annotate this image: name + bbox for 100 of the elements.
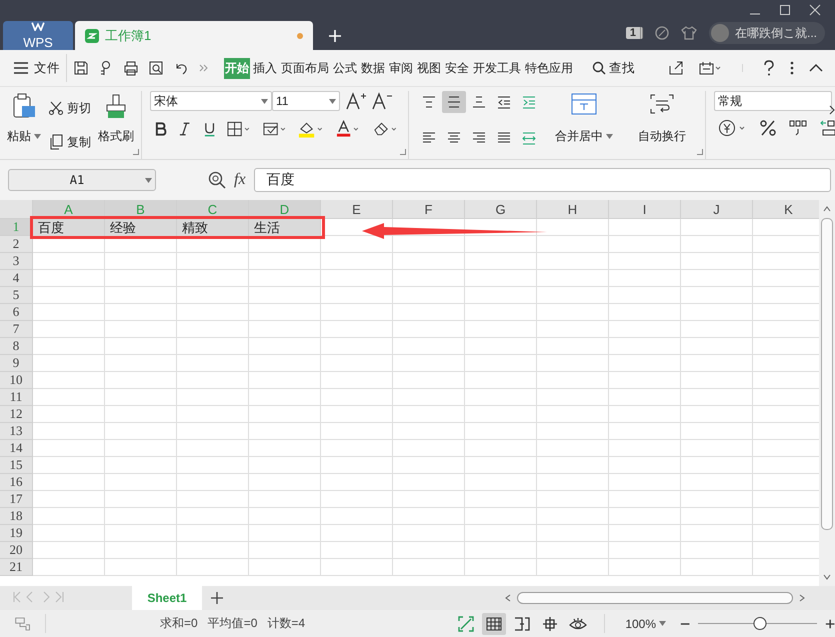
format-painter-button[interactable]: 格式刷 bbox=[95, 91, 137, 147]
window-count-badge[interactable]: 1 bbox=[626, 27, 643, 39]
row-header[interactable]: 20 bbox=[0, 542, 33, 559]
ribbon-tab[interactable]: 特色应用 bbox=[524, 58, 574, 78]
column-header[interactable]: K bbox=[753, 200, 819, 219]
ribbon-tab[interactable]: 页面布局 bbox=[280, 58, 330, 78]
wrap-text-button[interactable]: 自动换行 bbox=[627, 91, 697, 147]
dialog-launcher-icon[interactable] bbox=[133, 149, 139, 155]
column-header[interactable]: E bbox=[321, 200, 393, 219]
cell-format-icon[interactable] bbox=[262, 121, 288, 137]
print-preview-icon[interactable] bbox=[148, 60, 164, 76]
add-sheet-icon[interactable] bbox=[210, 591, 224, 605]
scroll-right-icon[interactable] bbox=[829, 105, 835, 115]
bottom-align-icon bbox=[471, 95, 487, 109]
ribbon-tab[interactable]: 插入 bbox=[252, 58, 278, 78]
column-header[interactable]: I bbox=[609, 200, 681, 219]
alignment-button[interactable] bbox=[442, 91, 466, 113]
row-header[interactable]: 16 bbox=[0, 474, 33, 491]
row-header[interactable]: 13 bbox=[0, 423, 33, 440]
save-icon[interactable] bbox=[73, 60, 89, 76]
row-header[interactable]: 12 bbox=[0, 406, 33, 423]
cut-button[interactable]: 剪切 bbox=[48, 100, 91, 116]
file-menu-button[interactable]: 文件 bbox=[14, 60, 60, 76]
row-header[interactable]: 11 bbox=[0, 389, 33, 406]
row-header[interactable]: 9 bbox=[0, 355, 33, 372]
caret-icon bbox=[261, 98, 268, 104]
font-name-dropdown[interactable]: 宋体 bbox=[150, 91, 272, 111]
ribbon-tab[interactable]: 开发工具 bbox=[472, 58, 522, 78]
row-header[interactable]: 10 bbox=[0, 372, 33, 389]
row-header[interactable]: 18 bbox=[0, 508, 33, 525]
close-icon[interactable] bbox=[809, 4, 821, 16]
outdent-align-icon bbox=[496, 95, 512, 109]
horizontal-scrollbar[interactable] bbox=[505, 592, 805, 604]
formula-input[interactable]: 百度 bbox=[254, 168, 831, 192]
column-header[interactable]: J bbox=[681, 200, 753, 219]
find-button[interactable]: 查找 bbox=[592, 60, 635, 76]
ribbon-tab[interactable]: 审阅 bbox=[388, 58, 414, 78]
zoom-formula-icon[interactable] bbox=[208, 171, 226, 189]
collapse-ribbon-icon[interactable] bbox=[809, 63, 823, 73]
row-header[interactable]: 15 bbox=[0, 457, 33, 474]
row-header[interactable]: 5 bbox=[0, 287, 33, 304]
row-header[interactable]: 17 bbox=[0, 491, 33, 508]
column-header[interactable]: H bbox=[537, 200, 609, 219]
row-header[interactable]: 4 bbox=[0, 270, 33, 287]
vertical-scrollbar[interactable] bbox=[819, 200, 835, 586]
paste-button[interactable]: 粘贴 bbox=[4, 91, 44, 147]
row-header[interactable]: 21 bbox=[0, 559, 33, 576]
number-format-dropdown[interactable]: 常规 bbox=[714, 91, 832, 111]
column-header[interactable]: G bbox=[465, 200, 537, 219]
merge-cells-icon bbox=[571, 93, 597, 115]
zoom-dropdown[interactable]: 100% bbox=[625, 616, 666, 630]
dialog-launcher-icon[interactable] bbox=[697, 149, 703, 155]
ribbon-tab[interactable]: 视图 bbox=[416, 58, 442, 78]
bold-icon[interactable] bbox=[154, 121, 168, 137]
view-mode-button[interactable] bbox=[482, 612, 506, 634]
fill-color-icon[interactable] bbox=[298, 120, 325, 138]
ribbon-tab[interactable]: 公式 bbox=[332, 58, 358, 78]
copy-button[interactable]: 复制 bbox=[48, 134, 91, 150]
more-icon[interactable] bbox=[198, 62, 210, 74]
thousands-separator-icon[interactable] bbox=[788, 119, 808, 137]
dialog-launcher-icon[interactable] bbox=[400, 149, 406, 155]
scroll-down-icon[interactable] bbox=[823, 574, 831, 580]
borders-icon[interactable] bbox=[226, 121, 252, 137]
more-options-icon[interactable] bbox=[789, 60, 795, 76]
zoom-in-icon[interactable] bbox=[824, 618, 835, 630]
increase-font-size-icon[interactable] bbox=[346, 92, 366, 110]
help-icon[interactable] bbox=[763, 60, 775, 76]
user-account[interactable]: 在哪跌倒こ就... bbox=[708, 22, 825, 44]
increase-decimal-icon[interactable] bbox=[819, 119, 835, 137]
column-header[interactable]: F bbox=[393, 200, 465, 219]
distribute-align-icon bbox=[521, 131, 537, 145]
share-icon[interactable] bbox=[668, 60, 684, 76]
row-header[interactable]: 7 bbox=[0, 321, 33, 338]
print-icon[interactable] bbox=[123, 60, 139, 76]
average-text: 平均值=0 bbox=[208, 615, 258, 632]
italic-icon[interactable] bbox=[178, 121, 192, 137]
macro-icon[interactable] bbox=[14, 614, 32, 632]
ribbon-tab[interactable]: 数据 bbox=[360, 58, 386, 78]
font-size-dropdown[interactable]: 11 bbox=[272, 91, 340, 111]
caret-icon bbox=[329, 98, 336, 104]
document-tab[interactable]: WPS bbox=[3, 21, 73, 50]
toolbar-options-icon[interactable] bbox=[698, 60, 722, 76]
row-header[interactable]: 8 bbox=[0, 338, 33, 355]
slider-thumb[interactable] bbox=[753, 617, 766, 630]
scroll-left-icon[interactable] bbox=[505, 594, 511, 602]
maximize-icon[interactable] bbox=[779, 4, 791, 16]
name-box[interactable]: A1 bbox=[8, 169, 156, 191]
shirt-icon[interactable] bbox=[680, 25, 697, 41]
scroll-up-icon[interactable] bbox=[823, 206, 831, 212]
insert-function-button[interactable]: fx bbox=[234, 171, 246, 189]
underline-icon[interactable] bbox=[202, 121, 216, 137]
merge-center-button[interactable]: 合并居中 bbox=[549, 91, 619, 147]
decrease-font-size-icon[interactable] bbox=[372, 92, 392, 110]
row-header[interactable]: 2 bbox=[0, 236, 33, 253]
row-header[interactable]: 19 bbox=[0, 525, 33, 542]
ribbon-tab[interactable]: 安全 bbox=[444, 58, 470, 78]
row-header[interactable]: 14 bbox=[0, 440, 33, 457]
row-header[interactable]: 3 bbox=[0, 253, 33, 270]
row-header[interactable]: 6 bbox=[0, 304, 33, 321]
percent-icon[interactable] bbox=[759, 119, 777, 137]
